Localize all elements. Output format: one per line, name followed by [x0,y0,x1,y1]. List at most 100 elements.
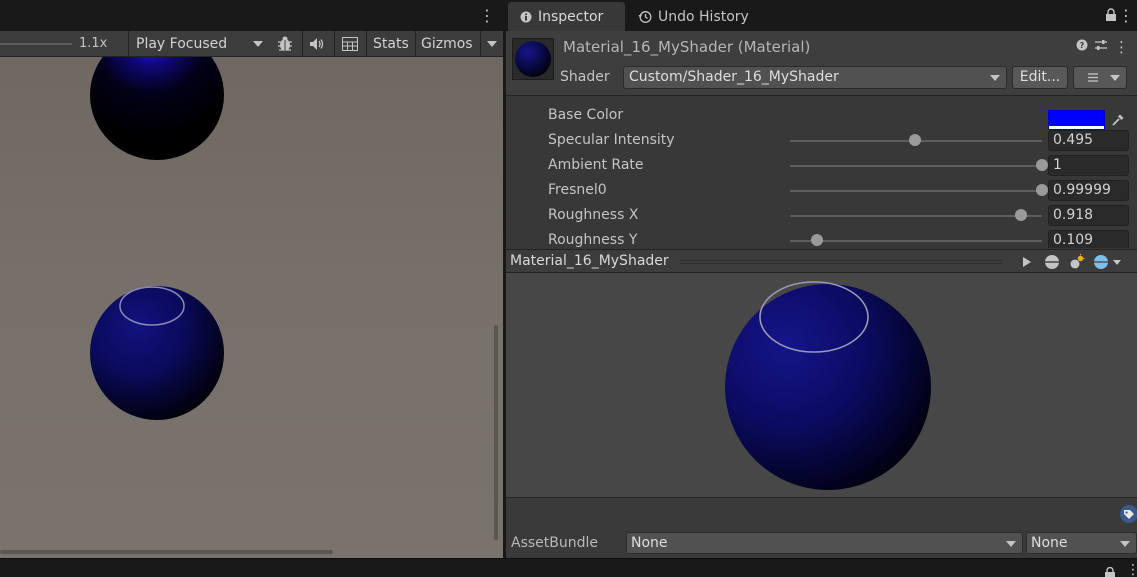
bug-icon[interactable] [272,34,298,54]
slider-knob[interactable] [908,134,921,146]
shader-dropdown[interactable]: Custom/Shader_16_MyShader [623,66,1007,89]
kebab-menu-icon[interactable]: ⋮ [1126,562,1137,577]
roughness-x-label: Roughness X [548,207,639,223]
chevron-down-icon [990,75,1000,81]
asset-bundle-variant-value: None [1031,535,1068,551]
preview-shape-dropdown[interactable] [1091,252,1125,272]
scale-slider[interactable] [0,43,72,45]
ambient-rate-label: Ambient Rate [548,157,644,173]
toolbar-divider [366,31,367,57]
roughness-y-label: Roughness Y [548,232,638,248]
preview-title: Material_16_MyShader [510,253,669,269]
material-properties: Base Color Specular Intensity 0.495 Ambi… [506,97,1137,248]
lock-icon[interactable] [1105,8,1117,26]
scene-spheres [90,57,224,420]
fresnel0-label: Fresnel0 [548,182,607,198]
specular-intensity-label: Specular Intensity [548,132,675,148]
material-list-button[interactable] [1073,66,1127,89]
preview-resize-handle[interactable] [680,260,1002,264]
slider-knob[interactable] [1036,159,1048,171]
material-title: Material_16_MyShader (Material) [563,38,811,56]
material-preview[interactable] [506,273,1137,497]
list-icon [1088,73,1120,82]
chevron-down-icon [253,41,263,47]
roughness-y-field[interactable]: 0.109 [1048,230,1129,248]
roughness-y-slider[interactable] [790,240,1042,242]
bottom-panel-bar: ⋮ [0,558,1137,577]
inspector-panel: Inspector Undo History ⋮ Material_16_MyS… [506,0,1137,558]
roughness-x-field[interactable]: 0.918 [1048,205,1129,226]
tab-undo-history[interactable]: Undo History [626,2,761,31]
roughness-x-slider[interactable] [790,215,1042,217]
game-render-view[interactable] [0,57,503,558]
grid-icon[interactable] [337,34,363,54]
slider-knob[interactable] [1015,209,1028,221]
fresnel0-field[interactable]: 0.99999 [1048,180,1129,201]
edit-shader-button[interactable]: Edit... [1012,66,1068,89]
material-thumbnail[interactable] [512,38,554,80]
toolbar-divider [480,31,481,57]
base-color-swatch[interactable] [1048,110,1105,130]
asset-bundle-name-dropdown[interactable]: None [626,532,1023,554]
header-icons: ? ⋮ [1076,39,1129,55]
base-color-label: Base Color [548,107,624,123]
tab-inspector[interactable]: Inspector [508,2,625,31]
chevron-down-icon [1120,541,1130,547]
gizmos-button[interactable]: Gizmos [417,32,477,56]
toolbar-divider [334,31,335,57]
slider-knob[interactable] [1035,184,1048,196]
preview-lighting-icon[interactable] [1066,252,1088,272]
label-tag-icon[interactable] [1119,504,1137,524]
svg-text:?: ? [1080,41,1085,50]
lock-icon[interactable] [1104,567,1116,577]
material-header: Material_16_MyShader (Material) ? ⋮ Shad… [506,31,1137,96]
stats-button[interactable]: Stats [368,32,414,56]
property-row-base-color: Base Color [506,103,1137,130]
property-row-roughness-y: Roughness Y 0.109 [506,228,1137,248]
slider-knob[interactable] [811,234,824,246]
game-tab-bar: ⋮ [0,0,503,31]
game-toolbar: 1.1x Play Focused Stats Gizmos [0,31,503,57]
eyedropper-icon[interactable] [1107,110,1129,130]
preset-sliders-icon[interactable] [1094,39,1108,55]
fresnel0-slider[interactable] [790,190,1042,192]
vertical-scrollbar[interactable] [494,325,498,540]
play-mode-label: Play Focused [136,36,228,52]
property-row-ambient-rate: Ambient Rate 1 [506,153,1137,178]
asset-bundle-name-value: None [631,535,668,551]
chevron-down-icon [1006,541,1016,547]
preview-header: Material_16_MyShader [506,249,1137,273]
history-icon [638,10,652,24]
play-icon[interactable] [1016,252,1038,272]
shader-dropdown-value: Custom/Shader_16_MyShader [629,69,839,85]
speaker-icon[interactable] [304,34,330,54]
help-icon[interactable]: ? [1076,39,1088,55]
toolbar-divider [128,31,129,57]
kebab-menu-icon[interactable]: ⋮ [1118,6,1134,26]
preview-mesh-icon[interactable] [1041,252,1063,272]
property-row-roughness-x: Roughness X 0.918 [506,203,1137,228]
play-mode-dropdown[interactable]: Play Focused [130,32,268,56]
top-sphere [90,57,224,160]
property-row-specular-intensity: Specular Intensity 0.495 [506,128,1137,153]
property-row-fresnel0: Fresnel0 0.99999 [506,178,1137,203]
sphere-icon [1094,255,1121,269]
scale-label: 1.1x [79,36,108,51]
horizontal-scrollbar[interactable] [0,550,333,554]
info-icon [520,11,532,23]
kebab-menu-icon[interactable]: ⋮ [479,6,495,26]
asset-bundle-variant-dropdown[interactable]: None [1026,532,1137,554]
ambient-rate-field[interactable]: 1 [1048,155,1129,176]
asset-bundle-strip: AssetBundle None None [506,497,1137,558]
ambient-rate-slider[interactable] [790,165,1042,167]
asset-bundle-label: AssetBundle [511,535,599,551]
game-view: ⋮ 1.1x Play Focused Stats Gizmos [0,0,503,558]
toolbar-divider [415,31,416,57]
preview-sphere [725,281,931,490]
kebab-menu-icon[interactable]: ⋮ [1114,40,1129,55]
chevron-down-icon[interactable] [487,41,497,47]
tab-inspector-label: Inspector [538,8,604,25]
middle-sphere [90,286,224,420]
inspector-tab-bar: Inspector Undo History ⋮ [506,0,1137,31]
specular-intensity-field[interactable]: 0.495 [1048,130,1129,151]
